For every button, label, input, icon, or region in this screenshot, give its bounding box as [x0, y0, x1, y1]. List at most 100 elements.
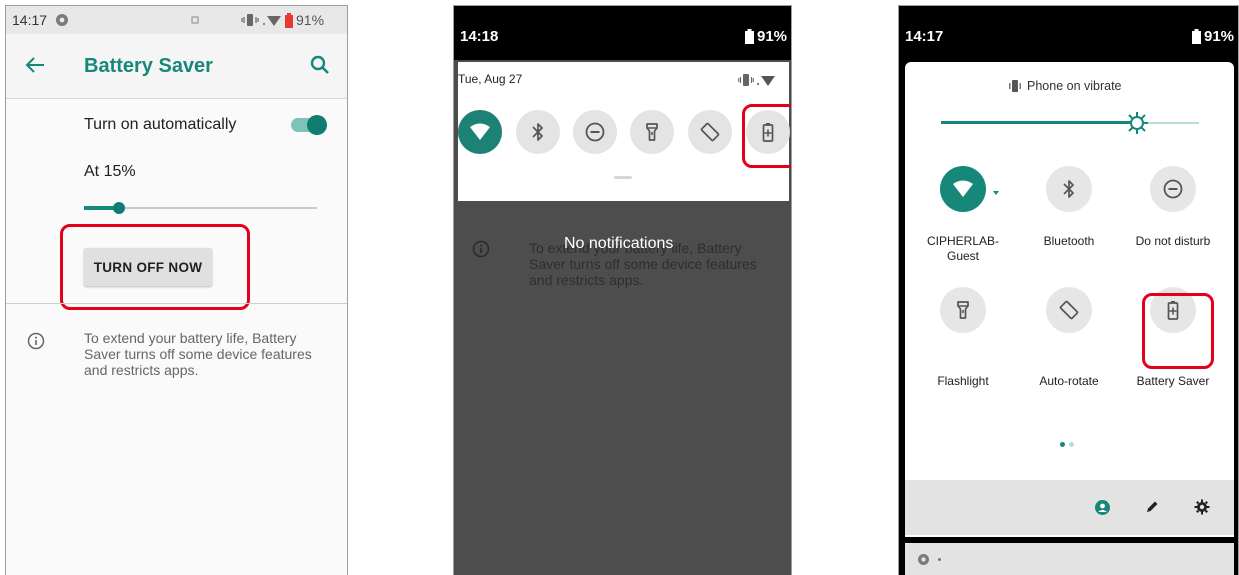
vibrate-icon: [738, 74, 754, 86]
tile-label-line: Auto-rotate: [1039, 374, 1099, 388]
highlight-frame: [60, 224, 250, 310]
brightness-thumb[interactable]: [1126, 112, 1148, 134]
threshold-slider[interactable]: [84, 200, 317, 216]
highlight-frame: [1142, 293, 1214, 369]
tile-label: Bluetooth: [1019, 234, 1119, 249]
quick-settings-expanded-screen: 14:17 91% Phone on vibrate CIPHERLAB- Gue…: [898, 5, 1239, 575]
do-not-disturb-icon: [1162, 178, 1184, 200]
battery-icon: [1192, 29, 1201, 44]
info-icon: [472, 240, 490, 258]
wifi-icon: [469, 121, 491, 143]
tile-label: Flashlight: [913, 374, 1013, 389]
settings-notification-icon: [917, 553, 930, 566]
quick-settings-panel: Tue, Aug 27: [458, 62, 790, 201]
tile-do-not-disturb[interactable]: [573, 110, 617, 154]
tile-circle: [688, 110, 732, 154]
tile-circle: [458, 110, 502, 154]
status-bar: 14:18 91%: [454, 6, 791, 60]
tile-circle: [1046, 287, 1092, 333]
settings-gear-icon[interactable]: [1194, 499, 1210, 515]
tile-wifi[interactable]: CIPHERLAB- Guest: [913, 166, 1013, 266]
info-icon: [27, 332, 45, 350]
flashlight-icon: [641, 121, 663, 143]
battery-low-icon: [285, 13, 293, 28]
status-time: 14:18: [460, 28, 499, 45]
info-line: and restricts apps.: [529, 272, 644, 288]
notification-shade-screen: 14:18 91% Tue, Aug 27 To extend your bat…: [453, 5, 792, 575]
search-icon[interactable]: [310, 55, 330, 75]
tile-label: Battery Saver: [1123, 374, 1223, 389]
tile-label-line: Bluetooth: [1043, 234, 1095, 248]
tile-label: Auto-rotate: [1019, 374, 1119, 389]
status-time: 14:17: [12, 12, 48, 28]
back-arrow-icon[interactable]: [25, 56, 45, 74]
tile-label-line: CIPHERLAB-: [926, 234, 1000, 248]
date-label: Tue, Aug 27: [458, 72, 523, 86]
tile-circle: [630, 110, 674, 154]
brightness-slider[interactable]: [941, 112, 1199, 134]
info-line: To extend your battery life, Battery: [84, 330, 297, 346]
auto-on-label: Turn on automatically: [84, 116, 237, 133]
tile-circle: [940, 287, 986, 333]
tile-wifi[interactable]: [458, 110, 502, 154]
settings-notification-icon: [55, 13, 69, 27]
nfc-icon: [191, 16, 199, 24]
tile-circle: [1150, 166, 1196, 212]
toggle-thumb: [307, 115, 327, 135]
user-account-icon[interactable]: [1095, 500, 1110, 515]
tile-flashlight[interactable]: Flashlight: [913, 287, 1013, 406]
slider-fill: [941, 121, 1137, 124]
tile-do-not-disturb[interactable]: Do not disturb: [1123, 166, 1223, 266]
drag-handle[interactable]: [614, 176, 632, 179]
tile-flashlight[interactable]: [630, 110, 674, 154]
tile-bluetooth[interactable]: [516, 110, 560, 154]
auto-on-toggle[interactable]: [289, 113, 329, 137]
battery-saver-settings-screen: 14:17 91% Battery Saver Turn on automati…: [5, 5, 348, 575]
status-battery: 91%: [757, 28, 788, 45]
edit-pencil-icon[interactable]: [1145, 500, 1159, 514]
status-bar: 14:17 91%: [6, 6, 347, 34]
tile-label: CIPHERLAB- Guest: [913, 234, 1013, 264]
more-dot: [938, 558, 941, 561]
tile-label-line: Flashlight: [937, 374, 989, 388]
threshold-label: At 15%: [84, 163, 136, 180]
quick-settings-footer: [905, 480, 1234, 535]
bluetooth-icon: [527, 121, 549, 143]
highlight-frame: [742, 104, 791, 168]
vibrate-label: Phone on vibrate: [1027, 79, 1122, 93]
wifi-expand-caret-icon[interactable]: [993, 191, 999, 195]
wifi-status-icon: [756, 75, 776, 87]
vibrate-icon: [1008, 80, 1022, 92]
wifi-icon: [952, 178, 974, 200]
tile-bluetooth[interactable]: Bluetooth: [1019, 166, 1119, 266]
status-battery: 91%: [1204, 28, 1235, 45]
tile-label: Do not disturb: [1123, 234, 1223, 249]
tile-label-line: Guest: [946, 249, 979, 263]
notification-strip: [905, 543, 1234, 575]
auto-rotate-icon: [1058, 299, 1080, 321]
slider-thumb[interactable]: [113, 202, 125, 214]
tile-auto-rotate[interactable]: Auto-rotate: [1019, 287, 1119, 406]
status-battery: 91%: [296, 12, 325, 28]
tile-circle: [940, 166, 986, 212]
flashlight-icon: [952, 299, 974, 321]
tile-circle: [573, 110, 617, 154]
info-line: and restricts apps.: [84, 362, 199, 378]
info-line: Saver turns off some device features: [84, 346, 312, 362]
do-not-disturb-icon: [584, 121, 606, 143]
auto-rotate-icon: [699, 121, 721, 143]
page-indicator: [1060, 442, 1090, 448]
status-time: 14:17: [905, 28, 944, 45]
tile-label-line: Do not disturb: [1135, 234, 1211, 248]
divider: [6, 303, 347, 304]
tile-auto-rotate[interactable]: [688, 110, 732, 154]
tile-circle: [516, 110, 560, 154]
bluetooth-icon: [1058, 178, 1080, 200]
wifi-status-icon: [262, 14, 282, 27]
no-notifications-label: No notifications: [564, 235, 674, 252]
page-dot: [1069, 442, 1074, 447]
battery-icon: [745, 29, 754, 44]
tile-label-line: Battery Saver: [1136, 374, 1210, 388]
info-line: Saver turns off some device features: [529, 256, 757, 272]
vibrate-icon: [241, 13, 259, 27]
